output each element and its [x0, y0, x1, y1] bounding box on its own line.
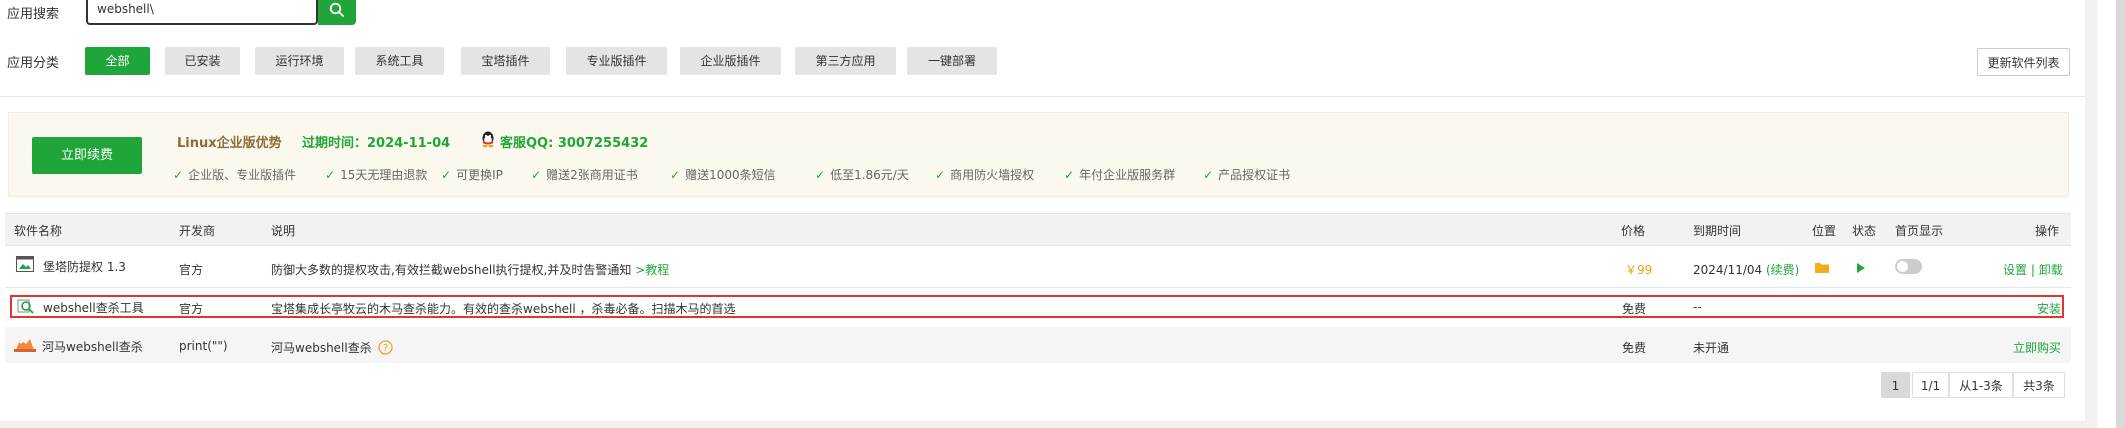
enterprise-promo-banner	[8, 112, 2069, 197]
category-third-party[interactable]: 第三方应用	[795, 47, 896, 75]
col-price: 价格	[1621, 224, 1646, 238]
search-icon	[329, 2, 344, 17]
col-action: 操作	[2035, 224, 2060, 238]
svg-text:?: ?	[382, 343, 387, 354]
update-list-button[interactable]: 更新软件列表	[1977, 48, 2070, 76]
row3-developer: print("")	[179, 339, 228, 353]
app-icon-anti-escalation	[16, 256, 34, 276]
row1-actions: 设置 | 卸载	[2003, 261, 2063, 278]
uninstall-link[interactable]: 卸载	[2039, 263, 2063, 277]
row1-name: 堡塔防提权 1.3	[43, 260, 126, 274]
check-icon: ✓	[173, 168, 184, 182]
toggle-knob	[1897, 261, 1908, 272]
category-pro-plugins[interactable]: 专业版插件	[566, 47, 667, 75]
promo-feature: ✓ 赠送1000条短信	[670, 168, 776, 182]
row3-expire: 未开通	[1693, 341, 1730, 355]
tutorial-link[interactable]: >教程	[635, 263, 669, 277]
promo-feature: ✓ 15天无理由退款	[325, 168, 428, 182]
col-developer: 开发商	[179, 224, 216, 238]
check-icon: ✓	[325, 168, 336, 182]
check-icon: ✓	[1203, 168, 1214, 182]
buy-now-link[interactable]: 立即购买	[2013, 339, 2061, 356]
search-button[interactable]	[318, 0, 356, 25]
check-icon: ✓	[531, 168, 542, 182]
divider	[0, 96, 2085, 97]
renew-button[interactable]: 立即续费	[32, 137, 142, 174]
row3-name: 河马webshell查杀	[42, 340, 143, 354]
check-icon: ✓	[670, 168, 681, 182]
row3-description: 河马webshell查杀 ?	[271, 339, 393, 356]
row3-price: 免费	[1622, 341, 1647, 355]
category-runtime[interactable]: 运行环境	[255, 47, 344, 75]
page-count: 1/1	[1912, 372, 1949, 398]
check-icon: ✓	[441, 168, 452, 182]
renew-link[interactable]: (续费)	[1766, 263, 1799, 277]
col-name: 软件名称	[14, 224, 63, 238]
search-box[interactable]	[86, 0, 318, 25]
row1-developer: 官方	[179, 263, 204, 277]
category-system-tools[interactable]: 系统工具	[355, 47, 444, 75]
folder-icon[interactable]	[1815, 262, 1829, 277]
table-header	[5, 213, 2071, 246]
col-description: 说明	[271, 224, 296, 238]
page-current[interactable]: 1	[1881, 372, 1910, 398]
check-icon: ✓	[935, 168, 946, 182]
search-input[interactable]	[97, 2, 307, 16]
action-separator: |	[2030, 263, 2035, 277]
row-divider	[5, 287, 2071, 288]
col-expire: 到期时间	[1693, 224, 1742, 238]
col-location: 位置	[1812, 224, 1837, 238]
col-homepage: 首页显示	[1895, 224, 1944, 238]
page-total: 共3条	[2013, 372, 2065, 398]
check-icon: ✓	[1064, 168, 1075, 182]
play-icon[interactable]	[1856, 262, 1866, 277]
category-one-click-deploy[interactable]: 一键部署	[907, 47, 997, 75]
row1-price: ￥99	[1625, 263, 1653, 277]
app-icon-hippo	[14, 336, 36, 355]
promo-qq[interactable]: 客服QQ: 3007255432	[500, 132, 648, 151]
scrollbar[interactable]	[2116, 0, 2125, 428]
promo-feature: ✓ 年付企业版服务群	[1064, 168, 1176, 182]
row1-expire: 2024/11/04 (续费)	[1693, 263, 1800, 277]
promo-expire: 过期时间：2024-11-04	[302, 136, 451, 151]
promo-feature: ✓ 产品授权证书	[1203, 168, 1291, 182]
promo-feature: ✓ 低至1.86元/天	[815, 168, 909, 182]
row1-description: 防御大多数的提权攻击,有效拦截webshell执行提权,并及时告警通知 >教程	[271, 263, 670, 277]
category-label: 应用分类	[7, 56, 60, 71]
category-installed[interactable]: 已安装	[165, 47, 240, 75]
category-enterprise-plugins[interactable]: 企业版插件	[680, 47, 781, 75]
promo-feature: ✓ 赠送2张商用证书	[531, 168, 638, 182]
settings-link[interactable]: 设置	[2003, 263, 2027, 277]
search-label: 应用搜索	[7, 7, 60, 22]
promo-feature: ✓ 商用防火墙授权	[935, 168, 1035, 182]
promo-feature: ✓ 可更换IP	[441, 168, 503, 182]
category-bt-plugins[interactable]: 宝塔插件	[461, 47, 550, 75]
qq-icon	[480, 130, 496, 151]
promo-feature: ✓ 企业版、专业版插件	[173, 168, 297, 182]
check-icon: ✓	[815, 168, 826, 182]
highlight-box	[10, 295, 2064, 318]
col-status: 状态	[1852, 224, 1877, 238]
page-range: 从1-3条	[1949, 372, 2013, 398]
promo-title: Linux企业版优势	[177, 136, 282, 151]
help-icon[interactable]: ?	[377, 340, 393, 355]
homepage-toggle[interactable]	[1895, 259, 1922, 274]
category-all[interactable]: 全部	[85, 47, 150, 75]
